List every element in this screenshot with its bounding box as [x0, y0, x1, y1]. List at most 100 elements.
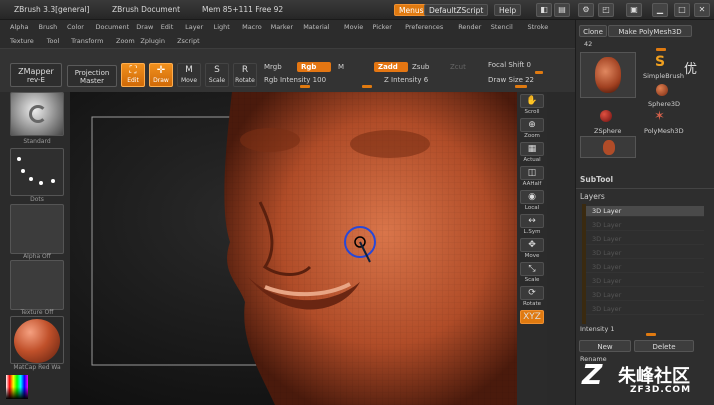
layer-row[interactable]: 3D Layer	[586, 234, 704, 245]
close-icon[interactable]: ✕	[694, 3, 710, 17]
layer-row[interactable]: 3D Layer	[586, 220, 704, 231]
help-button[interactable]: Help	[494, 4, 522, 16]
color-picker-swatch[interactable]	[6, 375, 28, 399]
tools-icon[interactable]: ⚙	[578, 3, 594, 17]
draw-size-slider[interactable]: Draw Size 22	[488, 76, 534, 84]
scroll-button[interactable]: ✋	[520, 94, 544, 108]
zadd-button[interactable]: Zadd	[374, 62, 408, 72]
focal-shift-handle[interactable]	[535, 71, 543, 74]
lock-icon[interactable]: ▣	[626, 3, 642, 17]
menu-edit[interactable]: Edit	[161, 23, 174, 31]
menu-preferences[interactable]: Preferences	[405, 23, 443, 31]
scale-button[interactable]: S Scale	[205, 63, 229, 87]
menu-alpha[interactable]: Alpha	[10, 23, 28, 31]
material-tile[interactable]	[10, 316, 64, 364]
mrgb-button[interactable]: Mrgb	[264, 63, 282, 71]
menu-marker[interactable]: Marker	[271, 23, 293, 31]
texture-off-tile[interactable]	[10, 260, 64, 310]
rgb-intensity-handle[interactable]	[300, 85, 310, 88]
menu-transform[interactable]: Transform	[71, 37, 103, 45]
left-eye	[240, 128, 300, 152]
rgb-button[interactable]: Rgb	[297, 62, 331, 72]
clone-button[interactable]: Clone	[579, 25, 607, 37]
z-intensity-slider[interactable]: Z Intensity 6	[384, 76, 428, 84]
menu-color[interactable]: Color	[67, 23, 84, 31]
aahalf-button[interactable]: ◫	[520, 166, 544, 180]
layers-header[interactable]: Layers	[580, 192, 605, 201]
delete-layer-button[interactable]: Delete	[634, 340, 694, 352]
rotate-button[interactable]: R Rotate	[233, 63, 257, 87]
zsub-button[interactable]: Zsub	[412, 63, 429, 71]
draw-size-handle[interactable]	[515, 85, 527, 88]
menu-brush[interactable]: Brush	[39, 23, 58, 31]
polymesh3d-icon[interactable]: ✶	[654, 110, 665, 123]
menu-macro[interactable]: Macro	[242, 23, 262, 31]
local-button[interactable]: ◉	[520, 190, 544, 204]
move-button[interactable]: ✥	[520, 238, 544, 252]
intensity-handle[interactable]	[646, 333, 656, 336]
move-button[interactable]: M Move	[177, 63, 201, 87]
rgb-intensity-slider[interactable]: Rgb Intensity 100	[264, 76, 326, 84]
actual-button[interactable]: ▦	[520, 142, 544, 156]
layer-row[interactable]: 3D Layer	[586, 248, 704, 259]
tray-icon[interactable]: ▤	[554, 3, 570, 17]
sphere3d-icon[interactable]	[656, 84, 668, 96]
menu-draw[interactable]: Draw	[136, 23, 153, 31]
projection-master-button[interactable]: Projection Master	[67, 65, 117, 87]
menu-material[interactable]: Material	[303, 23, 329, 31]
menu-picker[interactable]: Picker	[373, 23, 392, 31]
layer-row[interactable]: 3D Layer	[586, 262, 704, 273]
menu-stencil[interactable]: Stencil	[491, 23, 513, 31]
menu-stroke[interactable]: Stroke	[528, 23, 549, 31]
edit-button[interactable]: ⛶ Edit	[121, 63, 145, 87]
rotate-icon: R	[241, 65, 249, 75]
lsym-button[interactable]: ↔	[520, 214, 544, 228]
brush-standard-tile[interactable]	[10, 92, 64, 136]
restore-icon[interactable]: ◰	[598, 3, 614, 17]
polymesh3d-label: PolyMesh3D	[644, 127, 684, 135]
m-button[interactable]: M	[338, 63, 344, 71]
layer-row[interactable]: 3D Layer	[586, 276, 704, 287]
zcut-button[interactable]: Zcut	[450, 63, 466, 71]
save-icon[interactable]: ◧	[536, 3, 552, 17]
maximize-icon[interactable]: □	[674, 3, 690, 17]
menu-light[interactable]: Light	[214, 23, 230, 31]
rotate-button[interactable]: ⟳	[520, 286, 544, 300]
focal-shift-slider[interactable]: Focal Shift 0	[488, 61, 531, 69]
intensity-slider[interactable]: Intensity 1	[580, 325, 615, 333]
recent-tool-thumbnail[interactable]	[580, 136, 636, 158]
menu-render[interactable]: Render	[458, 23, 481, 31]
default-zscript-button[interactable]: DefaultZScript	[424, 4, 489, 16]
xyz-button[interactable]: XYZ	[520, 310, 544, 324]
zmapper-button[interactable]: ZMapper rev-E	[10, 63, 62, 87]
menu-texture[interactable]: Texture	[10, 37, 34, 45]
subtool-header[interactable]: SubTool	[580, 175, 613, 184]
zoom-button[interactable]: ⊕	[520, 118, 544, 132]
menu-zplugin[interactable]: Zplugin	[140, 37, 165, 45]
menu-zscript[interactable]: Zscript	[177, 37, 200, 45]
layer-row[interactable]: 3D Layer	[586, 290, 704, 301]
menu-zoom[interactable]: Zoom	[116, 37, 135, 45]
menu-bar: Alpha Brush Color Document Draw Edit Layer Ligh…	[0, 20, 575, 34]
z-intensity-handle[interactable]	[362, 85, 372, 88]
zsphere-icon[interactable]	[600, 110, 612, 122]
layer-row-active[interactable]: 3D Layer	[586, 206, 704, 217]
tool-size-handle[interactable]	[656, 48, 666, 51]
menu-document[interactable]: Document	[96, 23, 130, 31]
menu-tool[interactable]: Tool	[47, 37, 60, 45]
make-polymesh3d-button[interactable]: Make PolyMesh3D	[608, 25, 692, 37]
zoom-label: Zoom	[524, 133, 540, 139]
menu-layer[interactable]: Layer	[185, 23, 203, 31]
simplebrush-icon[interactable]: S	[655, 55, 669, 69]
menu-movie[interactable]: Movie	[344, 23, 363, 31]
matcap-red-wax-sphere	[14, 319, 60, 363]
scale-button[interactable]: ⤡	[520, 262, 544, 276]
current-tool-thumbnail[interactable]	[580, 52, 636, 98]
new-layer-button[interactable]: New	[579, 340, 631, 352]
stroke-dots-tile[interactable]	[10, 148, 64, 196]
draw-button[interactable]: ✛ Draw	[149, 63, 173, 87]
minimize-icon[interactable]: ▁	[652, 3, 668, 17]
layer-row[interactable]: 3D Layer	[586, 304, 704, 315]
viewport-canvas[interactable]	[70, 92, 517, 405]
alpha-off-tile[interactable]	[10, 204, 64, 254]
